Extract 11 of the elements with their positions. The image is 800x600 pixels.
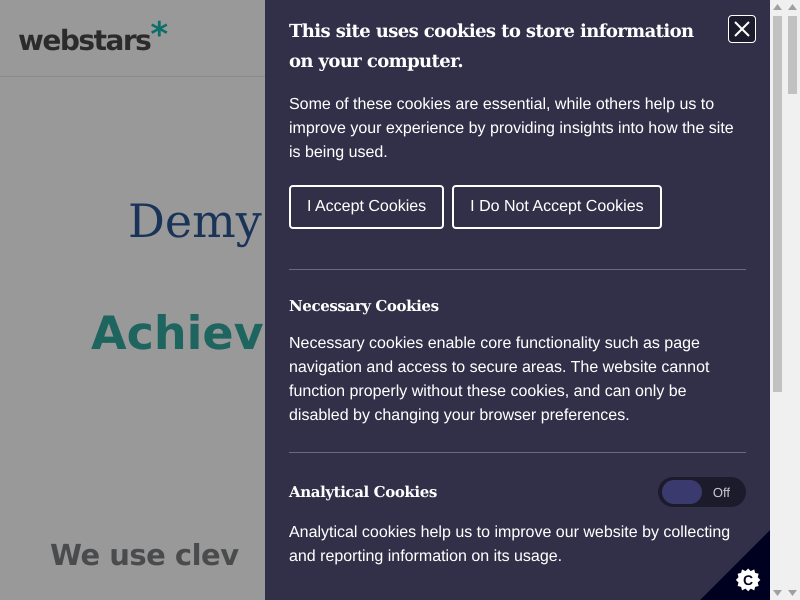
panel-title: This site uses cookies to store information on your computer. (289, 20, 695, 74)
section-title: Necessary Cookies (289, 296, 439, 317)
subheading: We use clev (50, 537, 240, 574)
intro-text: Some of these cookies are essential, while others help us to improve your experience by providing insights into how the site is being used. (289, 95, 735, 163)
accept-button[interactable]: I Accept Cookies (289, 185, 444, 229)
toggle-switch[interactable]: Off (658, 477, 746, 507)
decline-button[interactable]: I Do Not Accept Cookies (452, 185, 662, 229)
section-text: Necessary cookies enable core functionality such as page navigation and access to secure areas. The website cannot function properly without these cookies, and can only be disabled by changing your browser preferences. (289, 334, 710, 426)
headline: Achiev (91, 305, 265, 361)
headline: Demy (128, 193, 263, 250)
section-title: Analytical Cookies (289, 482, 437, 503)
